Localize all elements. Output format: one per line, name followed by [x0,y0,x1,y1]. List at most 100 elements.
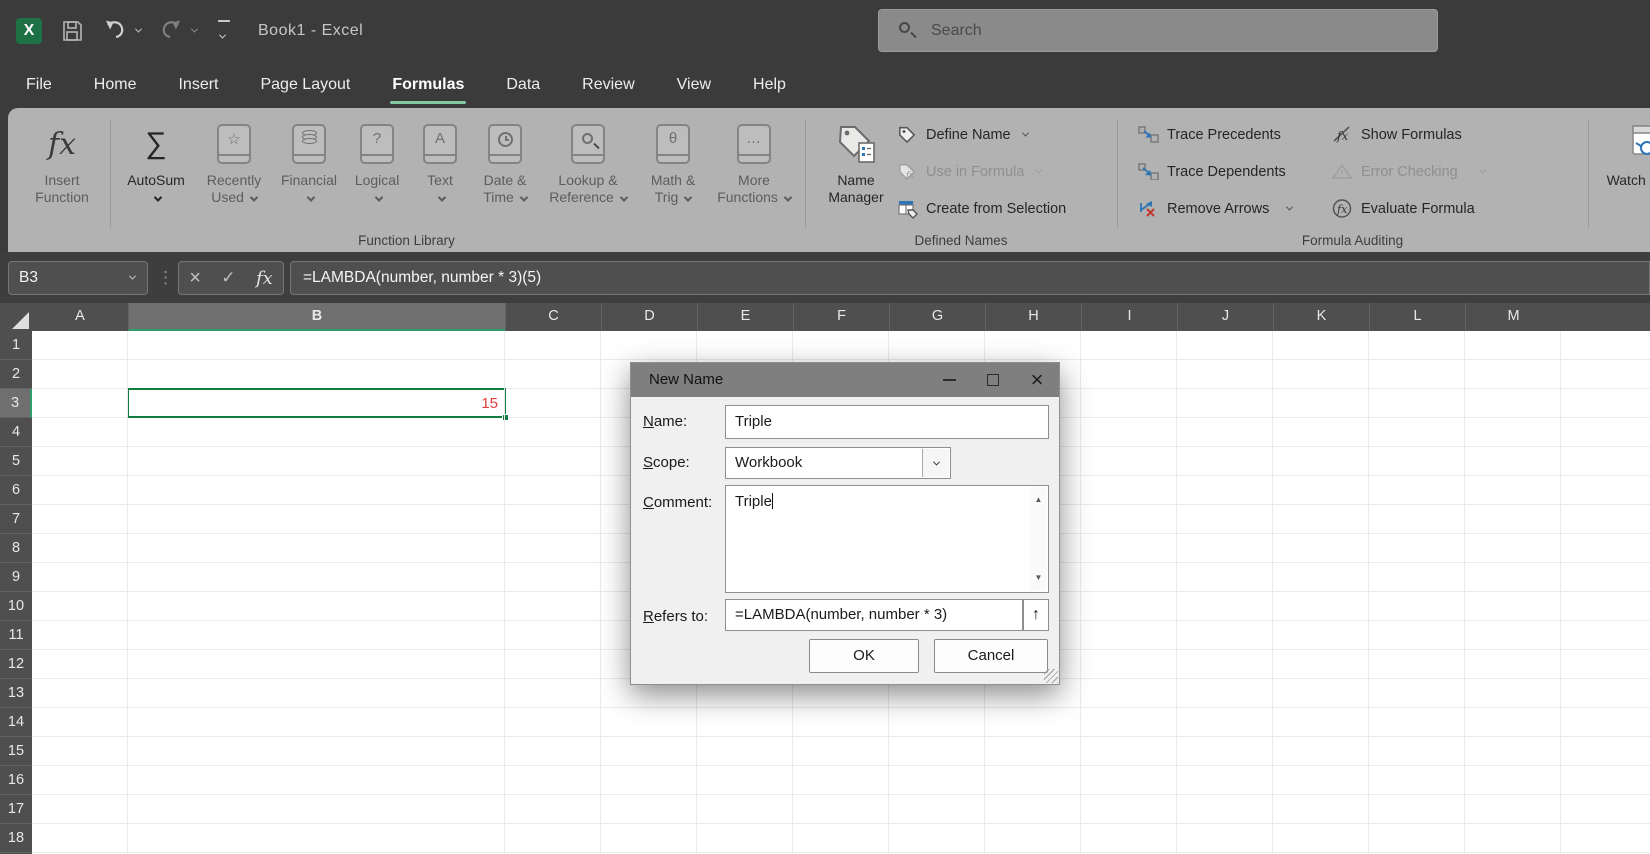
row-header-13[interactable]: 13 [0,679,32,708]
comment-field-label: Comment: [643,494,712,511]
financial-button[interactable]: Financial [274,116,344,238]
tab-view[interactable]: View [675,72,713,98]
row-header-7[interactable]: 7 [0,505,32,534]
column-header-E[interactable]: E [697,303,793,331]
excel-logo-icon[interactable]: X [16,18,42,44]
define-name-button[interactable]: Define Name [898,116,1113,153]
row-header-10[interactable]: 10 [0,592,32,621]
row-header-6[interactable]: 6 [0,476,32,505]
column-header-D[interactable]: D [601,303,697,331]
name-box-dropdown-chevron-icon[interactable] [129,273,136,280]
undo-dropdown-chevron-icon[interactable] [135,26,142,33]
row-header-3[interactable]: 3 [0,389,32,418]
trace-precedents-button[interactable]: Trace Precedents [1138,116,1338,153]
column-header-G[interactable]: G [889,303,985,331]
tab-help[interactable]: Help [751,72,788,98]
ribbon-tab-bar: File Home Insert Page Layout Formulas Data Rev… [0,62,1650,108]
column-header-M[interactable]: M [1465,303,1561,331]
dialog-minimize-button[interactable] [927,363,971,397]
formula-bar: B3 ⋮ × ✓ fx =LAMBDA(number, number * 3)(… [0,252,1650,303]
lookup-reference-button[interactable]: Lookup & Reference [542,116,634,238]
collapse-dialog-button[interactable]: ↑ [1023,599,1049,631]
create-from-selection-button[interactable]: Create from Selection [898,190,1113,227]
search-box[interactable]: Search [878,9,1438,52]
column-header-K[interactable]: K [1273,303,1369,331]
text-button[interactable]: A Text [412,116,468,238]
dialog-title-bar[interactable]: New Name × [631,363,1059,397]
refers-to-value: =LAMBDA(number, number * 3) [735,606,947,623]
name-manager-button[interactable]: Name Manager [816,116,896,238]
ok-button[interactable]: OK [809,639,919,673]
autosum-button[interactable]: ∑ AutoSum [120,116,192,238]
evaluate-formula-button[interactable]: fx Evaluate Formula [1332,190,1552,227]
formula-input[interactable]: =LAMBDA(number, number * 3)(5) [290,261,1650,295]
row-header-15[interactable]: 15 [0,737,32,766]
comment-scrollbar[interactable]: ▲ ▼ [1030,487,1047,591]
column-header-I[interactable]: I [1081,303,1177,331]
formula-bar-separator[interactable]: ⋮ [157,261,173,295]
customize-quick-access-toolbar-icon[interactable] [218,20,230,44]
column-header-A[interactable]: A [32,303,128,331]
remove-arrows-button[interactable]: Remove Arrows [1138,190,1338,227]
column-header-B[interactable]: B [128,303,505,331]
gridline [504,331,505,854]
name-box[interactable]: B3 [8,261,148,295]
scope-dropdown-button[interactable] [922,449,949,477]
define-name-label: Define Name [926,127,1011,143]
row-header-5[interactable]: 5 [0,447,32,476]
row-header-17[interactable]: 17 [0,795,32,824]
row-header-16[interactable]: 16 [0,766,32,795]
up-arrow-icon: ↑ [1032,606,1040,623]
date-time-button[interactable]: Date & Time [470,116,540,238]
row-header-4[interactable]: 4 [0,418,32,447]
row-header-11[interactable]: 11 [0,621,32,650]
column-header-J[interactable]: J [1177,303,1273,331]
tab-page-layout[interactable]: Page Layout [258,72,352,98]
select-all-corner[interactable] [0,303,32,331]
dialog-close-button[interactable]: × [1015,363,1059,397]
tab-review[interactable]: Review [580,72,636,98]
tab-file[interactable]: File [24,72,54,98]
row-header-9[interactable]: 9 [0,563,32,592]
row-header-12[interactable]: 12 [0,650,32,679]
tab-formulas[interactable]: Formulas [390,72,466,98]
dialog-maximize-button[interactable] [971,363,1015,397]
dialog-resize-grip[interactable] [1044,669,1058,683]
refers-to-field[interactable]: =LAMBDA(number, number * 3) [725,599,1023,631]
row-header-18[interactable]: 18 [0,824,32,853]
tab-insert[interactable]: Insert [176,72,220,98]
cancel-entry-icon[interactable]: × [189,267,201,290]
name-field[interactable]: Triple [725,405,1049,439]
column-header-H[interactable]: H [985,303,1081,331]
divider [805,120,806,228]
row-header-1[interactable]: 1 [0,331,32,360]
trace-dependents-button[interactable]: Trace Dependents [1138,153,1338,190]
scroll-up-icon[interactable]: ▲ [1030,490,1047,510]
show-formulas-button[interactable]: fx Show Formulas [1332,116,1552,153]
row-header-14[interactable]: 14 [0,708,32,737]
cancel-button[interactable]: Cancel [934,639,1048,673]
insert-function-fx-icon[interactable]: fx [256,268,273,289]
tab-home[interactable]: Home [92,72,139,98]
scroll-down-icon[interactable]: ▼ [1030,568,1047,588]
logical-button[interactable]: ? Logical [346,116,408,238]
scope-dropdown[interactable]: Workbook [725,447,951,479]
watch-window-button[interactable]: Watch Window [1598,116,1650,238]
column-header-L[interactable]: L [1369,303,1465,331]
gridline [1560,331,1561,854]
row-header-2[interactable]: 2 [0,360,32,389]
insert-function-button[interactable]: fx Insert Function [20,116,104,238]
row-header-8[interactable]: 8 [0,534,32,563]
save-icon[interactable] [60,19,84,43]
comment-field[interactable]: Triple ▲ ▼ [725,485,1049,593]
selected-cell-B3[interactable]: 15 [127,388,506,418]
more-functions-button[interactable]: … More Functions [712,116,796,238]
column-header-C[interactable]: C [505,303,601,331]
recently-used-button[interactable]: ☆ Recently Used [196,116,272,238]
column-header-F[interactable]: F [793,303,889,331]
math-trig-button[interactable]: θ Math & Trig [638,116,708,238]
recently-used-icon: ☆ [217,124,251,164]
tab-data[interactable]: Data [504,72,542,98]
enter-entry-icon[interactable]: ✓ [221,268,235,288]
undo-button[interactable] [102,19,128,43]
